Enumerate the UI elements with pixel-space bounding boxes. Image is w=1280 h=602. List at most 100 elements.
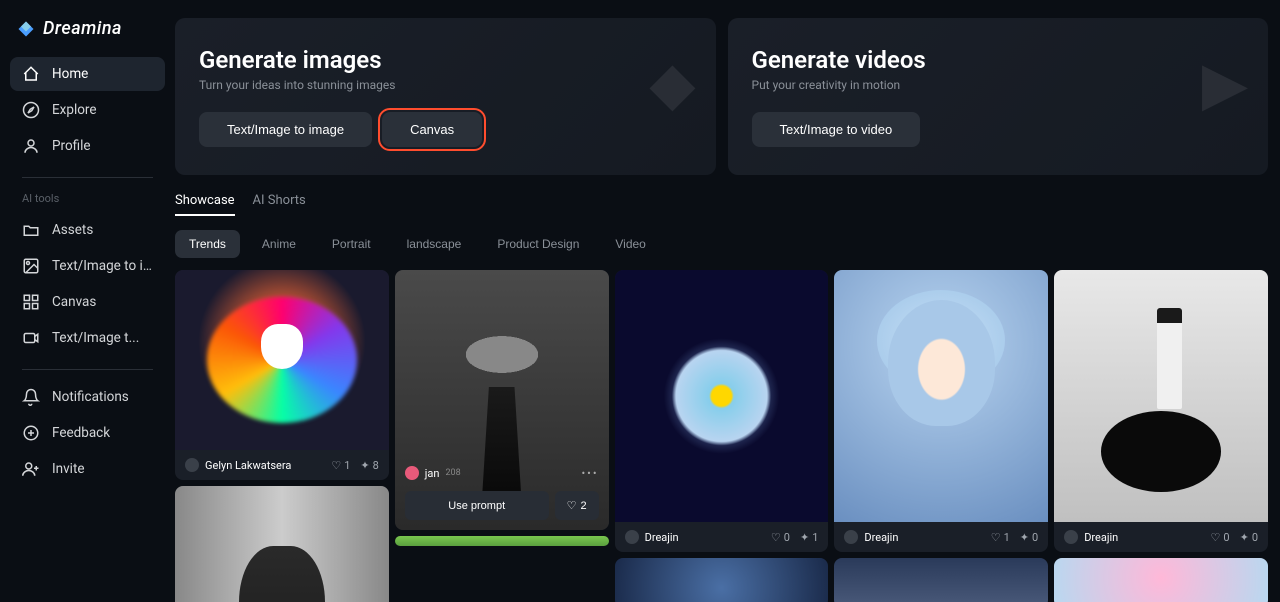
logo-icon	[16, 19, 36, 39]
author-name: Gelyn Lakwatsera	[205, 459, 291, 472]
like-button[interactable]: ♡2	[555, 491, 599, 520]
more-icon[interactable]: •••	[581, 467, 598, 480]
author-avatar	[625, 530, 639, 544]
hero-title: Generate videos	[752, 46, 1245, 74]
card-image	[395, 536, 609, 546]
author-avatar	[844, 530, 858, 544]
nav-label: Assets	[52, 222, 93, 238]
author-name: Dreajin	[1084, 531, 1118, 544]
heart-icon: ♡	[567, 499, 577, 512]
author-avatar	[405, 466, 419, 480]
sidebar-item-canvas[interactable]: Canvas	[10, 285, 165, 319]
likes-stat[interactable]: ♡1	[331, 459, 350, 472]
tab-showcase[interactable]: Showcase	[175, 193, 235, 216]
section-label-ai-tools: AI tools	[10, 188, 165, 213]
sidebar-item-feedback[interactable]: Feedback	[10, 416, 165, 450]
wand-icon: ✦	[800, 531, 809, 544]
likes-stat[interactable]: ♡0	[771, 531, 790, 544]
text-to-video-button[interactable]: Text/Image to video	[752, 112, 921, 147]
heart-icon: ♡	[991, 531, 1001, 544]
heart-icon: ♡	[331, 459, 341, 472]
sidebar-item-explore[interactable]: Explore	[10, 93, 165, 127]
wand-icon: ✦	[1240, 531, 1249, 544]
uses-stat[interactable]: ✦8	[360, 459, 378, 472]
use-prompt-button[interactable]: Use prompt	[405, 491, 549, 520]
image-plus-icon	[22, 257, 40, 275]
card-image	[1054, 558, 1268, 602]
uses-stat[interactable]: ✦0	[1240, 531, 1258, 544]
author-name: jan	[425, 467, 440, 480]
sidebar: Dreamina Home Explore Profile AI tools A…	[0, 0, 175, 602]
gallery-card[interactable]: jan 208 ••• Use prompt ♡2	[395, 270, 609, 530]
gallery-card[interactable]	[834, 558, 1048, 602]
card-image	[834, 270, 1048, 522]
gallery-card[interactable]	[1054, 558, 1268, 602]
home-icon	[22, 65, 40, 83]
gallery-card[interactable]	[395, 536, 609, 546]
author-name: Dreajin	[864, 531, 898, 544]
nav-label: Notifications	[52, 389, 129, 405]
gallery-card[interactable]	[175, 486, 389, 602]
card-author[interactable]: Dreajin	[1064, 530, 1118, 544]
sidebar-item-invite[interactable]: Invite	[10, 452, 165, 486]
sidebar-item-home[interactable]: Home	[10, 57, 165, 91]
nav-label: Profile	[52, 138, 91, 154]
card-author[interactable]: Dreajin	[844, 530, 898, 544]
canvas-button[interactable]: Canvas	[382, 112, 482, 147]
hero-card-videos: ▶ Generate videos Put your creativity in…	[728, 18, 1269, 175]
filter-trends[interactable]: Trends	[175, 230, 240, 258]
card-author[interactable]: jan 208	[405, 466, 461, 480]
uses-stat[interactable]: ✦0	[1020, 531, 1038, 544]
filter-product-design[interactable]: Product Design	[483, 230, 593, 258]
nav-label: Feedback	[52, 425, 110, 441]
card-image	[615, 270, 829, 522]
card-image	[1054, 270, 1268, 522]
likes-stat[interactable]: ♡1	[991, 531, 1010, 544]
hero-card-images: ◆ Generate images Turn your ideas into s…	[175, 18, 716, 175]
nav-label: Text/Image t...	[52, 330, 139, 346]
hero-title: Generate images	[199, 46, 692, 74]
likes-stat[interactable]: ♡0	[1211, 531, 1230, 544]
folder-icon	[22, 221, 40, 239]
uses-stat[interactable]: ✦1	[800, 531, 818, 544]
author-badge: 208	[446, 468, 461, 478]
sidebar-item-assets[interactable]: Assets	[10, 213, 165, 247]
grid-icon	[22, 293, 40, 311]
tab-ai-shorts[interactable]: AI Shorts	[253, 193, 306, 216]
gallery-card[interactable]: Dreajin ♡0 ✦0	[1054, 270, 1268, 552]
gallery-card[interactable]: Dreajin ♡1 ✦0	[834, 270, 1048, 552]
nav-label: Canvas	[52, 294, 96, 310]
sidebar-item-text-to-image[interactable]: Text/Image to image	[10, 249, 165, 283]
gallery-card[interactable]: Gelyn Lakwatsera ♡1 ✦8	[175, 270, 389, 480]
sidebar-item-text-to-video[interactable]: Text/Image t...	[10, 321, 165, 355]
wand-icon: ✦	[1020, 531, 1029, 544]
gallery: Gelyn Lakwatsera ♡1 ✦8	[175, 270, 1268, 602]
hero-subtitle: Turn your ideas into stunning images	[199, 78, 692, 92]
message-icon	[22, 424, 40, 442]
gallery-card[interactable]: Dreajin ♡0 ✦1	[615, 270, 829, 552]
bell-icon	[22, 388, 40, 406]
divider	[22, 177, 153, 178]
tabs: Showcase AI Shorts	[175, 193, 1268, 216]
brand-name: Dreamina	[43, 18, 122, 39]
main-content: 0 ◆ Generate images Turn your ideas into…	[175, 0, 1280, 602]
card-image	[175, 486, 389, 602]
filter-landscape[interactable]: landscape	[393, 230, 476, 258]
divider	[22, 369, 153, 370]
card-author[interactable]: Gelyn Lakwatsera	[185, 458, 291, 472]
filter-portrait[interactable]: Portrait	[318, 230, 385, 258]
decor-icon: ◆	[649, 48, 695, 119]
logo[interactable]: Dreamina	[10, 18, 165, 39]
filter-anime[interactable]: Anime	[248, 230, 310, 258]
sidebar-item-profile[interactable]: Profile	[10, 129, 165, 163]
user-plus-icon	[22, 460, 40, 478]
wand-icon: ✦	[360, 459, 369, 472]
gallery-card[interactable]	[615, 558, 829, 602]
text-to-image-button[interactable]: Text/Image to image	[199, 112, 372, 147]
sidebar-item-notifications[interactable]: Notifications	[10, 380, 165, 414]
filters: Trends Anime Portrait landscape Product …	[175, 230, 1268, 258]
nav-label: Home	[52, 66, 88, 82]
filter-video[interactable]: Video	[601, 230, 659, 258]
card-author[interactable]: Dreajin	[625, 530, 679, 544]
compass-icon	[22, 101, 40, 119]
